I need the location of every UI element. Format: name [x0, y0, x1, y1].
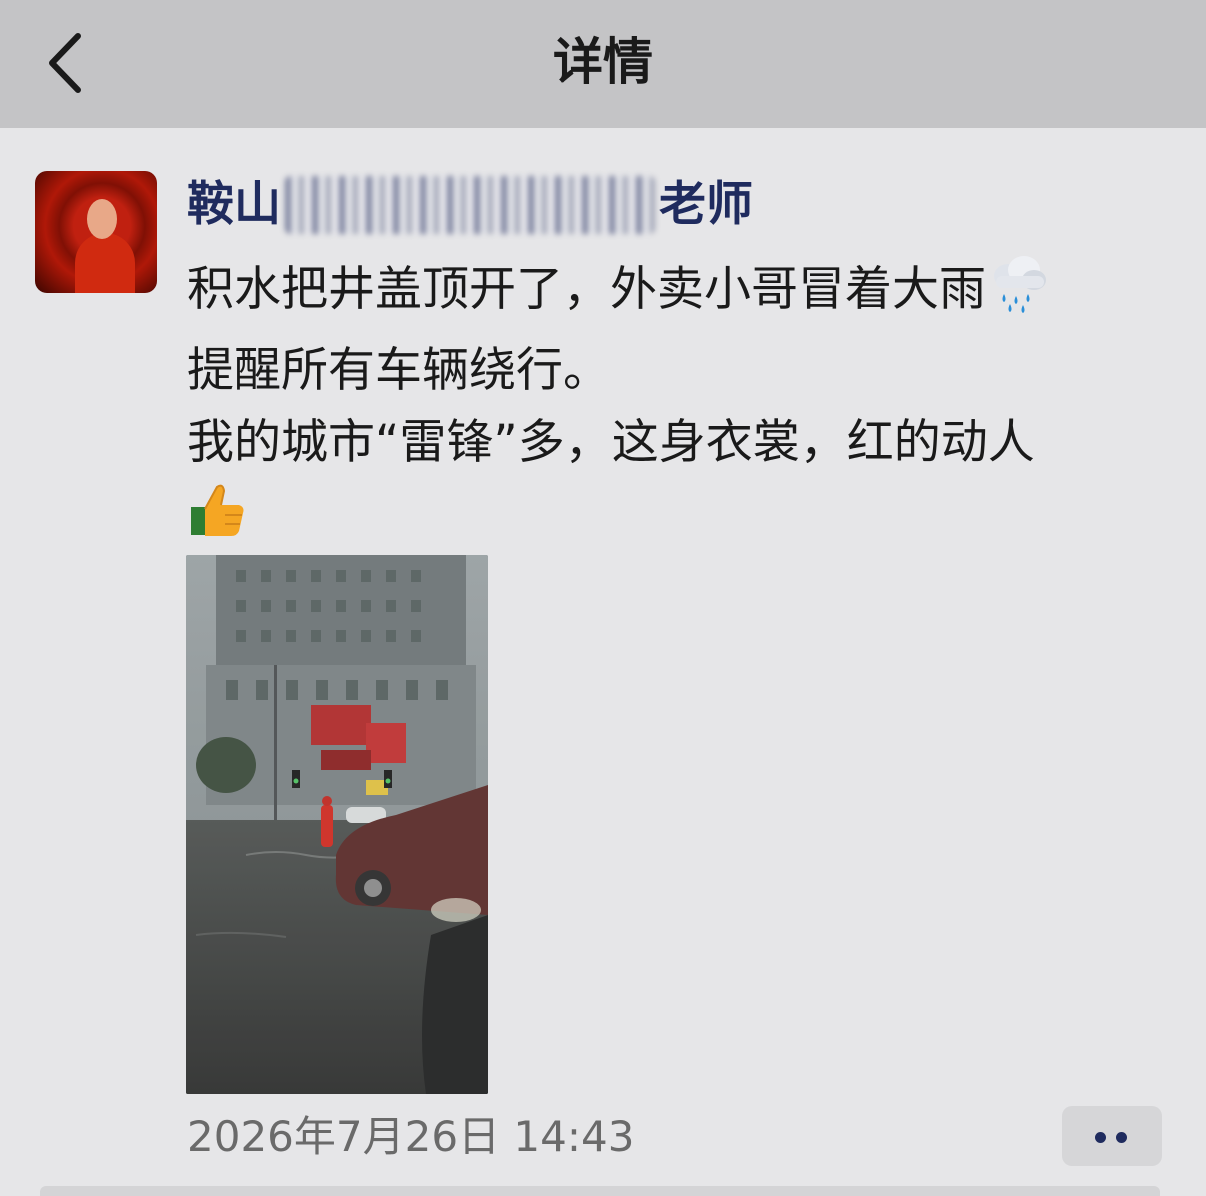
post-timestamp: 2026年7月26日 14:43	[187, 1112, 635, 1161]
post-text-line: 提醒所有车辆绕行。	[187, 343, 610, 398]
author-name-prefix: 鞍山	[187, 177, 281, 232]
more-dots-icon	[1095, 1132, 1106, 1143]
redacted-name-blur	[285, 176, 655, 234]
author-name-suffix: 老师	[659, 177, 753, 232]
author-name[interactable]: 鞍山 老师	[187, 175, 753, 235]
thumbs-up-icon	[187, 479, 249, 562]
rain-cloud-icon	[986, 250, 1050, 335]
post-text-line: 我的城市“雷锋”多，这身衣裳，红的动人	[187, 415, 1035, 470]
post-text-line: 积水把井盖顶开了，外卖小哥冒着大雨	[187, 250, 1177, 335]
post-text-line	[187, 479, 1177, 562]
avatar[interactable]	[35, 171, 157, 293]
post-content: 积水把井盖顶开了，外卖小哥冒着大雨 提醒所有车辆绕行。 我的城市“雷锋”多，这身…	[187, 250, 1177, 562]
more-options-button[interactable]	[1062, 1106, 1162, 1166]
navigation-bar: 详情	[0, 0, 1206, 128]
flooded-street-photo	[186, 555, 488, 1094]
bottom-panel-edge	[40, 1186, 1160, 1196]
page-title: 详情	[553, 33, 653, 91]
post-photo[interactable]	[186, 555, 488, 1094]
